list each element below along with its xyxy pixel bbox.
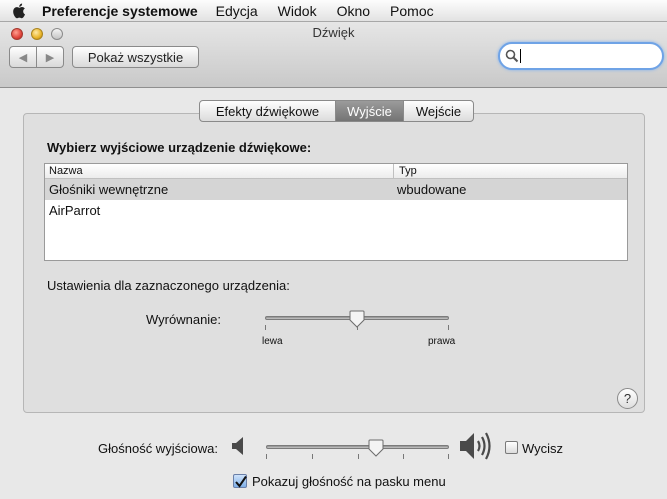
menu-pomoc[interactable]: Pomoc: [390, 3, 434, 19]
tab-bar: Efekty dźwiękowe Wyjście Wejście: [199, 100, 474, 122]
mute-checkbox[interactable]: [505, 441, 518, 454]
menu-app-name[interactable]: Preferencje systemowe: [42, 3, 198, 19]
balance-left-label: lewa: [262, 336, 283, 347]
output-device-table[interactable]: Nazwa Typ Głośniki wewnętrzne wbudowane …: [44, 163, 628, 261]
table-row[interactable]: AirParrot: [45, 200, 627, 221]
volume-slider-knob[interactable]: [368, 439, 384, 457]
volume-tick: [266, 454, 267, 459]
forward-button[interactable]: ▶: [36, 47, 63, 67]
search-input[interactable]: [523, 48, 653, 64]
column-header-type[interactable]: Typ: [394, 164, 627, 178]
tab-output[interactable]: Wyjście: [335, 101, 403, 121]
apple-menu-icon[interactable]: [12, 3, 28, 19]
text-cursor: [520, 49, 521, 63]
output-device-heading: Wybierz wyjściowe urządzenie dźwiękowe:: [47, 140, 312, 155]
show-all-button[interactable]: Pokaż wszystkie: [72, 46, 199, 68]
checkmark-icon: [235, 475, 247, 488]
output-volume-label: Głośność wyjściowa:: [98, 441, 218, 456]
volume-tick: [403, 454, 404, 459]
volume-tick: [312, 454, 313, 459]
device-name: AirParrot: [49, 203, 101, 218]
balance-tick: [448, 325, 449, 330]
menu-bar: Preferencje systemowe Edycja Widok Okno …: [0, 0, 667, 22]
volume-slider-track[interactable]: [266, 445, 449, 449]
back-forward-control: ◀ ▶: [9, 46, 64, 68]
volume-tick: [448, 454, 449, 459]
menu-okno[interactable]: Okno: [337, 3, 370, 19]
table-header: Nazwa Typ: [45, 164, 627, 179]
search-field[interactable]: [498, 42, 664, 70]
window-toolbar: Dźwięk ◀ ▶ Pokaż wszystkie: [0, 22, 667, 88]
mute-label: Wycisz: [522, 441, 564, 456]
back-arrow-icon: ◀: [18, 51, 28, 64]
back-button[interactable]: ◀: [10, 47, 36, 67]
speaker-high-icon: [459, 431, 493, 461]
balance-tick: [265, 325, 266, 330]
show-volume-in-menu-checkbox[interactable]: [233, 474, 247, 488]
tab-sound-effects[interactable]: Efekty dźwiękowe: [200, 101, 335, 121]
device-type: wbudowane: [397, 182, 467, 197]
menu-widok[interactable]: Widok: [278, 3, 317, 19]
help-button[interactable]: ?: [617, 388, 638, 409]
forward-arrow-icon: ▶: [45, 51, 55, 64]
menu-edycja[interactable]: Edycja: [216, 3, 258, 19]
show-volume-in-menu-label: Pokazuj głośność na pasku menu: [252, 474, 446, 489]
balance-slider-knob[interactable]: [349, 310, 365, 328]
balance-label: Wyrównanie:: [146, 312, 222, 327]
table-row[interactable]: Głośniki wewnętrzne wbudowane: [45, 179, 627, 200]
sound-panel: [23, 113, 645, 413]
volume-tick: [358, 454, 359, 459]
window-title: Dźwięk: [312, 25, 355, 40]
device-name: Głośniki wewnętrzne: [49, 182, 169, 197]
balance-right-label: prawa: [428, 336, 456, 347]
search-icon: [505, 48, 521, 64]
speaker-low-icon: [231, 436, 245, 456]
device-settings-label: Ustawienia dla zaznaczonego urządzenia:: [47, 278, 290, 293]
tab-input[interactable]: Wejście: [403, 101, 473, 121]
column-header-name[interactable]: Nazwa: [45, 164, 394, 178]
